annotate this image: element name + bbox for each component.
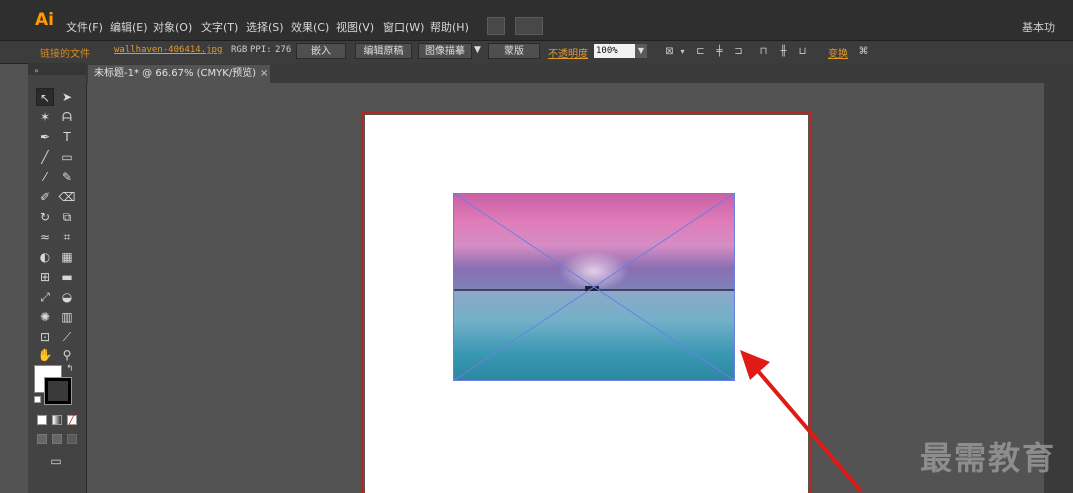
align-to-icon[interactable]: ⊠ [664,46,675,57]
draw-normal-icon[interactable] [37,434,47,444]
opacity-dropdown-icon[interactable]: ▼ [635,44,647,58]
image-trace-dropdown-icon[interactable]: ▼ [474,45,481,55]
collapse-panel-icon[interactable]: » [34,66,39,75]
align-left-icon[interactable]: ⊏ [695,46,706,57]
color-mode: RGB [231,45,248,55]
align-bottom-icon[interactable]: ⊔ [797,46,808,57]
handle-top-right[interactable] [732,193,735,195]
pencil-tool-icon[interactable]: ✎ [58,168,76,186]
column-graph-tool-icon[interactable]: ▥ [58,308,76,326]
free-transform-tool-icon[interactable]: ⌗ [58,228,76,246]
menu-effect[interactable]: 效果(C) [291,19,329,35]
annotation-arrow [740,350,862,492]
draw-inside-icon[interactable] [67,434,77,444]
direct-selection-tool-icon[interactable]: ➤ [58,88,76,106]
artboard-tool-icon[interactable]: ⊡ [36,328,54,346]
blend-tool-icon[interactable]: ◒ [58,288,76,306]
hand-tool-icon[interactable]: ✋ [36,346,54,364]
control-panel: 链接的文件 wallhaven-406414.jpg RGB PPI: 276 … [0,41,1073,64]
embed-button[interactable]: 嵌入 [296,43,346,59]
rectangle-tool-icon[interactable]: ▭ [58,148,76,166]
watermark: 最需教育 [920,439,1057,477]
type-tool-icon[interactable]: T [58,128,76,146]
blob-brush-tool-icon[interactable]: ✐ [36,188,54,206]
draw-behind-icon[interactable] [52,434,62,444]
perspective-grid-tool-icon[interactable]: ▦ [58,248,76,266]
menu-file[interactable]: 文件(F) [66,19,103,35]
swap-fill-stroke-icon[interactable]: ↰ [66,364,74,374]
slice-tool-icon[interactable]: ⟋ [58,328,76,346]
menu-view[interactable]: 视图(V) [336,19,374,35]
eraser-tool-icon[interactable]: ⌫ [58,188,76,206]
line-tool-icon[interactable]: ╱ [36,148,54,166]
bridge-button[interactable] [487,17,505,35]
menu-window[interactable]: 窗口(W) [383,19,424,35]
app-logo: Ai [35,10,54,30]
screen-mode-icon[interactable]: ▭ [47,452,65,470]
symbol-sprayer-tool-icon[interactable]: ✺ [36,308,54,326]
ppi-value: 276 [275,45,292,55]
menu-edit[interactable]: 编辑(E) [110,19,148,35]
stroke-swatch[interactable] [44,377,72,405]
menu-type[interactable]: 文字(T) [201,19,238,35]
arrange-documents-button[interactable] [515,17,543,35]
arrow-head [740,350,770,380]
eyedropper-tool-icon[interactable]: ⤢ [36,288,54,306]
mesh-tool-icon[interactable]: ⊞ [36,268,54,286]
ppi-label: PPI: [250,45,272,55]
image-trace-button[interactable]: 图像描摹 [418,43,472,59]
workspace-switcher[interactable]: 基本功 [1022,19,1055,35]
default-fill-stroke-icon[interactable] [34,396,41,403]
selection-tool-icon[interactable]: ↖ [36,88,54,106]
menu-help[interactable]: 帮助(H) [430,19,469,35]
mask-button[interactable]: 蒙版 [488,43,540,59]
handle-top-left[interactable] [453,193,455,195]
shape-builder-tool-icon[interactable]: ◐ [36,248,54,266]
close-tab-icon[interactable]: × [260,65,268,83]
align-right-icon[interactable]: ⊐ [733,46,744,57]
width-tool-icon[interactable]: ≈ [36,228,54,246]
handle-bottom-left[interactable] [453,378,455,381]
none-mode-icon[interactable]: ╱ [67,415,77,425]
image-selection-overlay [453,193,735,381]
linked-file-label[interactable]: 链接的文件 [40,45,90,60]
align-center-h-icon[interactable]: ╪ [714,46,725,57]
transform-link[interactable]: 变换 [828,45,848,60]
gradient-tool-icon[interactable]: ▬ [58,268,76,286]
edit-original-button[interactable]: 编辑原稿 [355,43,412,59]
gradient-mode-icon[interactable] [52,415,62,425]
arrow-shaft [750,362,862,492]
menu-object[interactable]: 对象(O) [153,19,192,35]
paintbrush-tool-icon[interactable]: ⁄ [36,168,54,186]
align-center-v-icon[interactable]: ╫ [778,46,789,57]
menu-bar: Ai 文件(F) 编辑(E) 对象(O) 文字(T) 选择(S) 效果(C) 视… [0,0,1073,41]
right-panel-strip [1044,63,1073,493]
isolate-icon[interactable]: ⌘ [858,46,869,57]
color-mode-icon[interactable] [37,415,47,425]
linked-filename[interactable]: wallhaven-406414.jpg [114,45,222,55]
pen-tool-icon[interactable]: ✒ [36,128,54,146]
align-to-dropdown-icon[interactable]: ▾ [677,46,688,57]
lasso-tool-icon[interactable]: ᗩ [58,108,76,126]
menu-select[interactable]: 选择(S) [246,19,284,35]
opacity-label[interactable]: 不透明度 [548,45,588,60]
zoom-tool-icon[interactable]: ⚲ [58,346,76,364]
opacity-input[interactable]: 100% [594,44,636,58]
align-top-icon[interactable]: ⊓ [758,46,769,57]
magic-wand-tool-icon[interactable]: ✶ [36,108,54,126]
rotate-tool-icon[interactable]: ↻ [36,208,54,226]
scale-tool-icon[interactable]: ⧉ [58,208,76,226]
document-tab[interactable]: 未标题-1* @ 66.67% (CMYK/预览) [88,65,270,83]
